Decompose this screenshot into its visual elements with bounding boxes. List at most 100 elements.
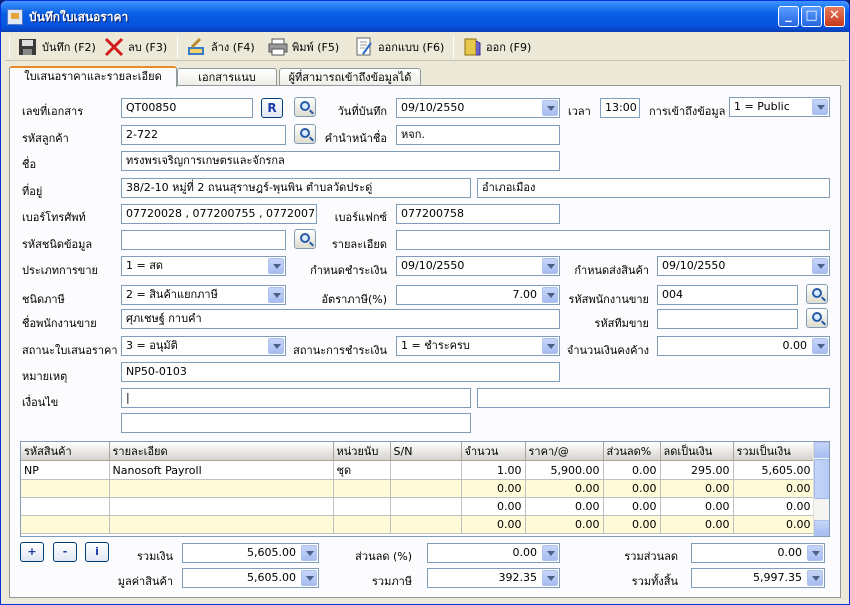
phone-field[interactable]: 07720028 , 077200755 , 077200756 bbox=[121, 204, 317, 224]
cell-discount-pct[interactable]: 0.00 bbox=[603, 479, 661, 498]
cell-product-code[interactable] bbox=[21, 515, 110, 534]
salesman-search-button[interactable] bbox=[806, 284, 828, 304]
cell-sn[interactable] bbox=[390, 515, 462, 534]
cell-product-code[interactable] bbox=[21, 479, 110, 498]
dropdown-arrow-icon[interactable] bbox=[812, 99, 828, 115]
fax-field[interactable]: 077200758 bbox=[396, 204, 560, 224]
cell-unit[interactable]: ชุด bbox=[333, 460, 391, 480]
dropdown-arrow-icon[interactable] bbox=[542, 338, 558, 354]
cell-discount-amount[interactable]: 0.00 bbox=[660, 515, 734, 534]
name-field[interactable]: ทรงพรเจริญการเกษตรและจักรกล bbox=[121, 151, 560, 171]
col-header-sn[interactable]: S/N bbox=[390, 442, 462, 461]
cell-unit-price[interactable]: 0.00 bbox=[525, 497, 604, 516]
tax-rate-field[interactable]: 7.00 bbox=[396, 285, 560, 305]
balance-field[interactable]: 0.00 bbox=[657, 336, 830, 356]
table-row[interactable]: 0.00 0.00 0.00 0.00 0.00 bbox=[21, 515, 815, 534]
team-code-field[interactable] bbox=[657, 309, 798, 329]
data-type-search-button[interactable] bbox=[294, 229, 316, 249]
access-select[interactable]: 1 = Public bbox=[729, 97, 830, 117]
delivery-picker[interactable]: 09/10/2550 bbox=[657, 256, 830, 276]
dropdown-arrow-icon[interactable] bbox=[268, 258, 284, 274]
clear-button[interactable]: ล้าง (F4) bbox=[186, 35, 255, 59]
add-row-button[interactable]: + bbox=[20, 542, 44, 562]
team-search-button[interactable] bbox=[806, 308, 828, 328]
cell-sn[interactable] bbox=[390, 479, 462, 498]
cell-line-total[interactable]: 5,605.00 bbox=[733, 460, 815, 480]
cell-unit[interactable] bbox=[333, 497, 391, 516]
cell-unit-price[interactable]: 0.00 bbox=[525, 479, 604, 498]
dropdown-arrow-icon[interactable] bbox=[542, 545, 558, 561]
pay-due-picker[interactable]: 09/10/2550 bbox=[396, 256, 560, 276]
prefix-field[interactable]: หจก. bbox=[396, 125, 560, 145]
cell-quantity[interactable]: 0.00 bbox=[461, 515, 526, 534]
pay-status-select[interactable]: 1 = ชำระครบ bbox=[396, 336, 560, 356]
cell-unit-price[interactable]: 5,900.00 bbox=[525, 460, 604, 480]
salesman-name-field[interactable]: ศุภเชษฐ์ กาบคำ bbox=[121, 309, 560, 329]
remove-row-button[interactable]: - bbox=[53, 542, 77, 562]
cell-unit[interactable] bbox=[333, 479, 391, 498]
cell-discount-amount[interactable]: 0.00 bbox=[660, 479, 734, 498]
table-row[interactable]: 0.00 0.00 0.00 0.00 0.00 bbox=[21, 479, 815, 498]
cell-product-code[interactable] bbox=[21, 497, 110, 516]
dropdown-arrow-icon[interactable] bbox=[542, 100, 558, 116]
quote-status-select[interactable]: 3 = อนุมัติ bbox=[121, 336, 286, 356]
remark-field[interactable]: NP50-0103 bbox=[121, 362, 560, 382]
dropdown-arrow-icon[interactable] bbox=[542, 258, 558, 274]
grid-vertical-scrollbar[interactable] bbox=[813, 442, 829, 536]
cell-unit[interactable] bbox=[333, 515, 391, 534]
dropdown-arrow-icon[interactable] bbox=[301, 570, 317, 586]
total-discount-field[interactable]: 0.00 bbox=[691, 543, 825, 563]
address-line1-field[interactable]: 38/2-10 หมู่ที่ 2 ถนนสุราษฎร์-พุนพิน ตำบ… bbox=[121, 178, 471, 198]
cell-description[interactable] bbox=[109, 515, 334, 534]
salesman-code-field[interactable]: 004 bbox=[657, 285, 798, 305]
save-button[interactable]: บันทึก (F2) bbox=[17, 35, 96, 59]
address-line2-field[interactable]: อำเภอเมือง bbox=[477, 178, 830, 198]
dropdown-arrow-icon[interactable] bbox=[812, 258, 828, 274]
scroll-up-arrow-icon[interactable] bbox=[814, 442, 829, 458]
cell-line-total[interactable]: 0.00 bbox=[733, 515, 815, 534]
dropdown-arrow-icon[interactable] bbox=[807, 570, 823, 586]
cell-line-total[interactable]: 0.00 bbox=[733, 479, 815, 498]
cell-discount-pct[interactable]: 0.00 bbox=[603, 460, 661, 480]
cell-line-total[interactable]: 0.00 bbox=[733, 497, 815, 516]
condition-line3-field[interactable] bbox=[121, 413, 471, 433]
save-date-picker[interactable]: 09/10/2550 bbox=[396, 98, 560, 118]
design-button[interactable]: ออกแบบ (F6) bbox=[353, 35, 444, 59]
cell-quantity[interactable]: 1.00 bbox=[461, 460, 526, 480]
table-row[interactable]: NP Nanosoft Payroll ชุด 1.00 5,900.00 0.… bbox=[21, 460, 815, 480]
dropdown-arrow-icon[interactable] bbox=[268, 287, 284, 303]
print-button[interactable]: พิมพ์ (F5) bbox=[267, 35, 339, 59]
data-type-field[interactable] bbox=[121, 230, 286, 250]
row-info-button[interactable]: i bbox=[85, 542, 109, 562]
col-header-unit[interactable]: หน่วยนับ bbox=[333, 442, 391, 461]
sale-type-select[interactable]: 1 = สด bbox=[121, 256, 286, 276]
quotation-items-grid[interactable]: รหัสสินค้า รายละเอียด หน่วยนับ S/N จำนวน… bbox=[20, 441, 830, 537]
cell-discount-amount[interactable]: 0.00 bbox=[660, 497, 734, 516]
col-header-unit-price[interactable]: ราคา/@ bbox=[525, 442, 604, 461]
cell-sn[interactable] bbox=[390, 460, 462, 480]
tab-quotation-details[interactable]: ใบเสนอราคาและรายละเอียด bbox=[9, 66, 177, 87]
dropdown-arrow-icon[interactable] bbox=[812, 338, 828, 354]
discount-pct-field[interactable]: 0.00 bbox=[427, 543, 560, 563]
cell-unit-price[interactable]: 0.00 bbox=[525, 515, 604, 534]
r-button[interactable]: R bbox=[261, 98, 283, 118]
goods-value-field[interactable]: 5,605.00 bbox=[182, 568, 319, 588]
cell-discount-pct[interactable]: 0.00 bbox=[603, 515, 661, 534]
cell-description[interactable] bbox=[109, 497, 334, 516]
detail-field[interactable] bbox=[396, 230, 830, 250]
dropdown-arrow-icon[interactable] bbox=[542, 570, 558, 586]
condition-line1-field[interactable]: | bbox=[121, 388, 471, 408]
dropdown-arrow-icon[interactable] bbox=[542, 287, 558, 303]
total-field[interactable]: 5,605.00 bbox=[182, 543, 319, 563]
col-header-discount-pct[interactable]: ส่วนลด% bbox=[603, 442, 661, 461]
grand-total-field[interactable]: 5,997.35 bbox=[691, 568, 825, 588]
customer-code-field[interactable]: 2-722 bbox=[121, 125, 286, 145]
cell-discount-amount[interactable]: 295.00 bbox=[660, 460, 734, 480]
time-field[interactable]: 13:00 bbox=[600, 98, 640, 118]
minimize-button[interactable]: _ bbox=[778, 6, 799, 27]
dropdown-arrow-icon[interactable] bbox=[301, 545, 317, 561]
cell-discount-pct[interactable]: 0.00 bbox=[603, 497, 661, 516]
delete-button[interactable]: ลบ (F3) bbox=[103, 35, 167, 59]
col-header-description[interactable]: รายละเอียด bbox=[109, 442, 334, 461]
col-header-discount-amount[interactable]: ลดเป็นเงิน bbox=[660, 442, 734, 461]
